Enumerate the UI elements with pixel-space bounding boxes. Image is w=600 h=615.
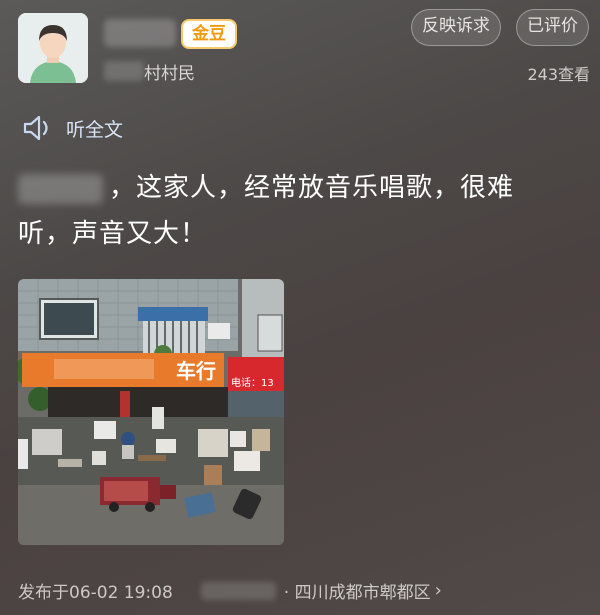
publish-time: 发布于06-02 19:08 [18, 583, 173, 603]
location-link[interactable]: · 四川成都市郫都区 [284, 578, 431, 603]
village-name-redacted [104, 61, 144, 81]
rated-button[interactable]: 已评价 [516, 9, 589, 46]
village-label: 村村民 [144, 64, 195, 84]
redacted-text [18, 173, 103, 204]
avatar[interactable] [18, 13, 88, 83]
report-request-button[interactable]: 反映诉求 [411, 9, 501, 46]
location-redacted [200, 581, 276, 600]
post-card: 金豆 村村民 反映诉求 已评价 243查看 听全文 ，这家人，经常放音乐唱歌，很… [0, 0, 600, 615]
user-name-redacted [104, 19, 176, 47]
gold-bean-badge: 金豆 [181, 19, 237, 49]
listen-full-text[interactable]: 听全文 [22, 113, 123, 143]
user-avatar-icon [18, 13, 88, 83]
post-text: ，这家人，经常放音乐唱歌，很难 [109, 173, 515, 203]
speaker-icon [23, 115, 48, 141]
listen-label: 听全文 [66, 118, 124, 141]
red-sign-text: 电话：13 [231, 376, 274, 389]
view-count: 243查看 [527, 65, 590, 84]
shop-sign-text: 车行 [176, 359, 216, 383]
post-text-line-2: 听，声音又大！ [18, 219, 208, 249]
street-shop-photo: 车行 电话：13 [18, 279, 284, 545]
post-text-line-1: ，这家人，经常放音乐唱歌，很难 [18, 165, 578, 211]
post-photo[interactable]: 车行 电话：13 [18, 279, 284, 545]
post-footer: 发布于06-02 19:08 · 四川成都市郫都区 › [18, 578, 442, 603]
post-content: ，这家人，经常放音乐唱歌，很难 听，声音又大！ [18, 165, 578, 257]
chevron-right-icon[interactable]: › [435, 580, 442, 601]
